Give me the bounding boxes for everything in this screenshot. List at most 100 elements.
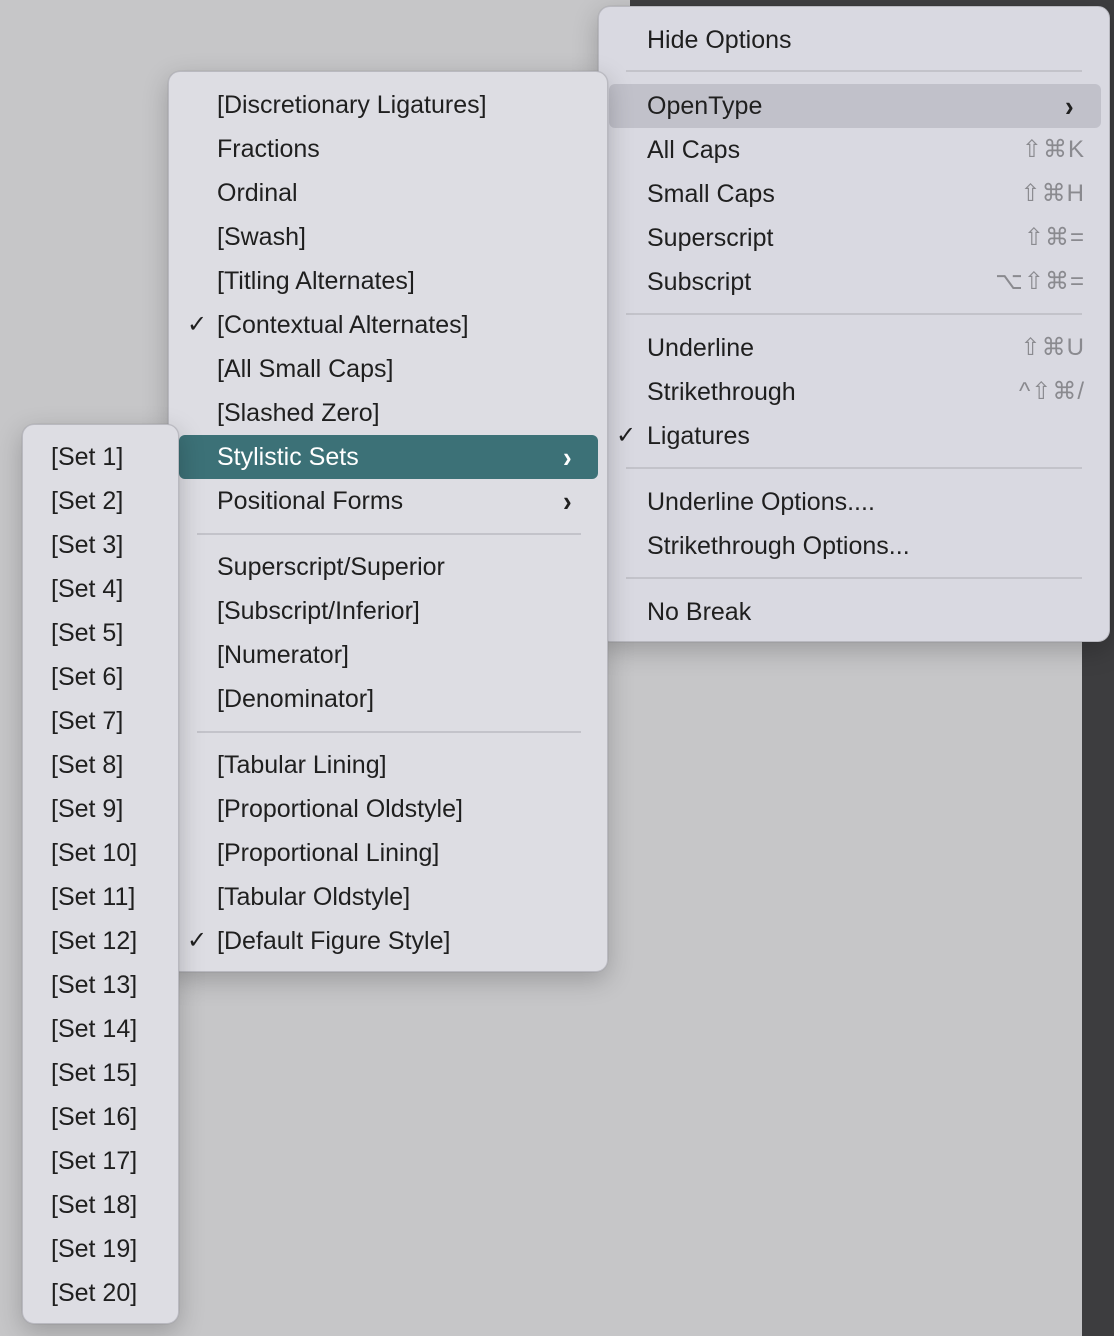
menu-item-proportional-lining[interactable]: [Proportional Lining] (179, 831, 599, 875)
checkmark-icon: ✓ (186, 927, 208, 954)
menu-item-label: [Set 8] (51, 751, 124, 779)
menu-item-label: [Discretionary Ligatures] (217, 91, 487, 119)
menu-item-set-4[interactable]: [Set 4] (29, 567, 173, 611)
menu-item-ligatures[interactable]: ✓ Ligatures (609, 414, 1099, 458)
menu-item-set-5[interactable]: [Set 5] (29, 611, 173, 655)
keyboard-shortcut: ⇧⌘K (1021, 136, 1085, 163)
menu-item-titling-alternates[interactable]: [Titling Alternates] (179, 259, 599, 303)
menu-item-set-16[interactable]: [Set 16] (29, 1095, 173, 1139)
menu-item-set-20[interactable]: [Set 20] (29, 1271, 173, 1315)
menu-item-set-9[interactable]: [Set 9] (29, 787, 173, 831)
menu-item-hide-options[interactable]: Hide Options (609, 18, 1099, 62)
menu-item-label: [Subscript/Inferior] (217, 597, 420, 625)
menu-item-tabular-oldstyle[interactable]: [Tabular Oldstyle] (179, 875, 599, 919)
menu-item-set-15[interactable]: [Set 15] (29, 1051, 173, 1095)
menu-item-label: [Set 19] (51, 1235, 138, 1263)
menu-item-label: [Set 13] (51, 971, 138, 999)
checkmark-icon: ✓ (186, 311, 208, 338)
menu-item-label: [Set 5] (51, 619, 124, 647)
menu-item-label: [Set 20] (51, 1279, 138, 1307)
menu-item-ordinal[interactable]: Ordinal (179, 171, 599, 215)
menu-item-set-10[interactable]: [Set 10] (29, 831, 173, 875)
menu-item-opentype[interactable]: OpenType › (609, 84, 1101, 128)
character-options-menu: Hide Options OpenType › All Caps ⇧⌘K Sma… (598, 6, 1110, 642)
menu-item-label: [Set 11] (51, 883, 136, 911)
menu-item-set-2[interactable]: [Set 2] (29, 479, 173, 523)
menu-item-proportional-oldstyle[interactable]: [Proportional Oldstyle] (179, 787, 599, 831)
menu-item-swash[interactable]: [Swash] (179, 215, 599, 259)
menu-item-label: Hide Options (647, 26, 792, 54)
menu-item-label: [Tabular Lining] (217, 751, 387, 779)
menu-item-tabular-lining[interactable]: [Tabular Lining] (179, 743, 599, 787)
menu-item-label: [Set 12] (51, 927, 138, 955)
menu-item-slashed-zero[interactable]: [Slashed Zero] (179, 391, 599, 435)
menu-item-label: Ligatures (647, 422, 750, 450)
menu-item-label: [Tabular Oldstyle] (217, 883, 411, 911)
keyboard-shortcut: ⇧⌘= (1023, 224, 1085, 251)
menu-item-label: [Set 14] (51, 1015, 138, 1043)
menu-item-underline-options[interactable]: Underline Options.... (609, 480, 1099, 524)
menu-item-label: [Swash] (217, 223, 306, 251)
menu-item-label: Strikethrough Options... (647, 532, 910, 560)
menu-item-label: [Set 15] (51, 1059, 138, 1087)
menu-item-contextual-alternates[interactable]: ✓ [Contextual Alternates] (179, 303, 599, 347)
menu-item-label: Strikethrough (647, 378, 796, 406)
checkmark-icon: ✓ (615, 422, 637, 449)
menu-item-label: [Titling Alternates] (217, 267, 415, 295)
menu-item-set-13[interactable]: [Set 13] (29, 963, 173, 1007)
menu-item-set-1[interactable]: [Set 1] (29, 435, 173, 479)
menu-item-label: [Set 3] (51, 531, 124, 559)
menu-item-label: Ordinal (217, 179, 298, 207)
menu-item-set-8[interactable]: [Set 8] (29, 743, 173, 787)
keyboard-shortcut: ^⇧⌘/ (1018, 378, 1085, 405)
keyboard-shortcut: ⇧⌘U (1020, 334, 1085, 361)
menu-item-superscript[interactable]: Superscript ⇧⌘= (609, 216, 1099, 260)
menu-item-label: Underline Options.... (647, 488, 875, 516)
menu-item-label: [Set 4] (51, 575, 124, 603)
menu-item-label: No Break (647, 598, 752, 626)
menu-item-all-small-caps[interactable]: [All Small Caps] (179, 347, 599, 391)
menu-item-label: Superscript (647, 224, 774, 252)
menu-item-label: [Set 17] (51, 1147, 138, 1175)
menu-item-small-caps[interactable]: Small Caps ⇧⌘H (609, 172, 1099, 216)
menu-item-fractions[interactable]: Fractions (179, 127, 599, 171)
menu-item-set-12[interactable]: [Set 12] (29, 919, 173, 963)
menu-separator (626, 467, 1082, 469)
menu-item-label: [Set 2] (51, 487, 124, 515)
menu-item-set-11[interactable]: [Set 11] (29, 875, 173, 919)
menu-item-label: [Default Figure Style] (217, 927, 451, 955)
opentype-submenu: [Discretionary Ligatures] Fractions Ordi… (168, 71, 608, 972)
menu-item-label: [All Small Caps] (217, 355, 394, 383)
menu-item-superscript-superior[interactable]: Superscript/Superior (179, 545, 599, 589)
menu-separator (197, 533, 581, 535)
menu-item-set-14[interactable]: [Set 14] (29, 1007, 173, 1051)
menu-item-label: Small Caps (647, 180, 775, 208)
menu-item-underline[interactable]: Underline ⇧⌘U (609, 326, 1099, 370)
menu-item-set-17[interactable]: [Set 17] (29, 1139, 173, 1183)
menu-item-all-caps[interactable]: All Caps ⇧⌘K (609, 128, 1099, 172)
menu-item-label: [Set 16] (51, 1103, 138, 1131)
menu-item-stylistic-sets[interactable]: Stylistic Sets › (179, 435, 598, 479)
menu-item-label: Subscript (647, 268, 752, 296)
chevron-right-icon: › (1065, 89, 1074, 123)
menu-item-set-3[interactable]: [Set 3] (29, 523, 173, 567)
menu-item-label: [Set 18] (51, 1191, 138, 1219)
menu-item-set-18[interactable]: [Set 18] (29, 1183, 173, 1227)
menu-item-subscript-inferior[interactable]: [Subscript/Inferior] (179, 589, 599, 633)
menu-item-strikethrough-options[interactable]: Strikethrough Options... (609, 524, 1099, 568)
menu-item-set-7[interactable]: [Set 7] (29, 699, 173, 743)
menu-item-subscript[interactable]: Subscript ⌥⇧⌘= (609, 260, 1099, 304)
menu-item-discretionary-ligatures[interactable]: [Discretionary Ligatures] (179, 83, 599, 127)
menu-item-no-break[interactable]: No Break (609, 590, 1099, 634)
menu-item-label: [Numerator] (217, 641, 349, 669)
menu-item-label: Underline (647, 334, 755, 362)
menu-item-strikethrough[interactable]: Strikethrough ^⇧⌘/ (609, 370, 1099, 414)
menu-item-positional-forms[interactable]: Positional Forms › (179, 479, 599, 523)
menu-separator (197, 731, 581, 733)
menu-item-denominator[interactable]: [Denominator] (179, 677, 599, 721)
menu-item-set-19[interactable]: [Set 19] (29, 1227, 173, 1271)
menu-item-default-figure-style[interactable]: ✓ [Default Figure Style] (179, 919, 599, 963)
menu-item-label: [Contextual Alternates] (217, 311, 469, 339)
menu-item-set-6[interactable]: [Set 6] (29, 655, 173, 699)
menu-item-numerator[interactable]: [Numerator] (179, 633, 599, 677)
